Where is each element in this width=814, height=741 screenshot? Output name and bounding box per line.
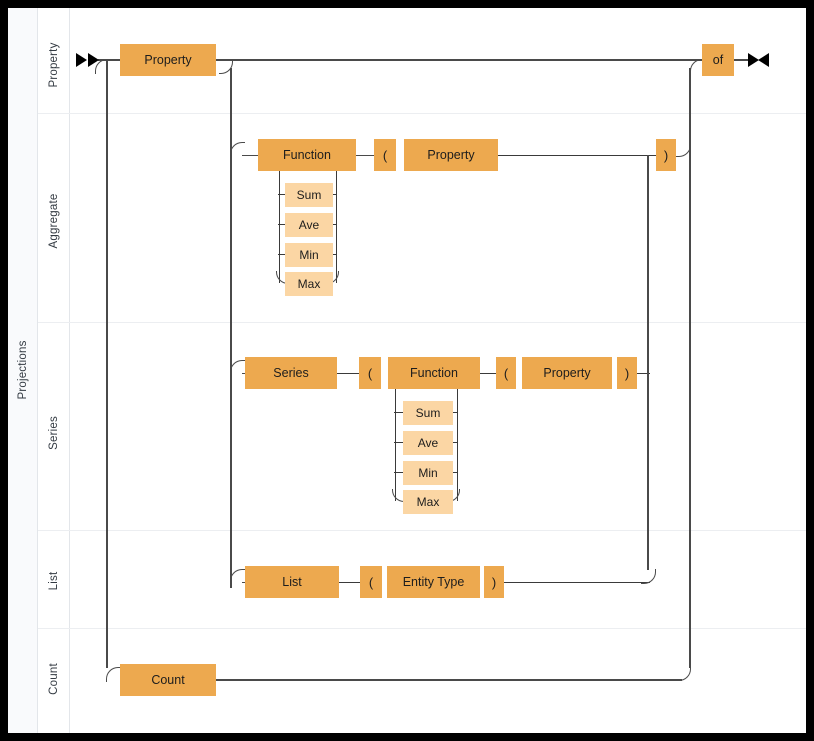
connector	[504, 582, 650, 584]
connector	[339, 582, 360, 584]
connector-trunk-right	[689, 68, 691, 668]
connector	[242, 154, 258, 157]
diagram-canvas: Projections Property Aggregate Series Li…	[8, 8, 806, 733]
connector	[356, 154, 374, 157]
node-series-inner-open-paren[interactable]: (	[496, 357, 516, 389]
node-count[interactable]: Count	[120, 664, 216, 696]
start-marker-icon	[88, 53, 99, 67]
start-marker-icon	[76, 53, 87, 67]
node-series-option-ave[interactable]: Ave	[403, 431, 453, 455]
lane-label-count: Count	[47, 663, 60, 695]
node-aggregate-option-ave[interactable]: Ave	[285, 213, 333, 237]
connector-option-rail	[278, 171, 280, 283]
lane-label-property: Property	[47, 42, 60, 88]
connector	[453, 442, 458, 444]
lane-label-series: Series	[47, 416, 60, 450]
node-list[interactable]: List	[245, 566, 339, 598]
node-aggregate-function[interactable]: Function	[258, 139, 356, 171]
connector-return-trunk	[647, 155, 649, 570]
node-aggregate-option-sum[interactable]: Sum	[285, 183, 333, 207]
node-aggregate-option-min[interactable]: Min	[285, 243, 333, 267]
lane-label-list: List	[47, 571, 60, 591]
node-aggregate-option-max[interactable]: Max	[285, 272, 333, 296]
node-list-open-paren[interactable]: (	[360, 566, 382, 598]
connector	[216, 59, 702, 61]
connector	[498, 155, 656, 157]
connector-option-rail	[335, 171, 337, 283]
lane-label-aggregate: Aggregate	[47, 193, 60, 249]
connector	[333, 194, 337, 196]
connector	[333, 224, 337, 226]
node-list-entity-type[interactable]: Entity Type	[387, 566, 480, 598]
node-aggregate-close-paren[interactable]: )	[656, 139, 676, 171]
lane-label-column: Property Aggregate Series List Count	[38, 8, 70, 733]
node-series[interactable]: Series	[245, 357, 337, 389]
connector	[337, 373, 359, 375]
connector-option-rail	[394, 389, 396, 501]
connector	[216, 679, 682, 681]
node-aggregate-property[interactable]: Property	[404, 139, 498, 171]
node-series-property[interactable]: Property	[522, 357, 612, 389]
group-label-column: Projections	[8, 8, 38, 733]
node-series-function[interactable]: Function	[388, 357, 480, 389]
node-of[interactable]: of	[702, 44, 734, 76]
node-property[interactable]: Property	[120, 44, 216, 76]
node-series-option-sum[interactable]: Sum	[403, 401, 453, 425]
node-series-option-min[interactable]: Min	[403, 461, 453, 485]
connector-option-rail	[456, 389, 458, 501]
node-series-open-paren[interactable]: (	[359, 357, 381, 389]
connector	[453, 472, 458, 474]
connector	[333, 254, 337, 256]
node-series-option-max[interactable]: Max	[403, 490, 453, 514]
node-list-close-paren[interactable]: )	[484, 566, 504, 598]
end-marker-icon	[758, 53, 769, 67]
diagram-page: Projections Property Aggregate Series Li…	[0, 0, 814, 741]
group-label-projections: Projections	[16, 340, 29, 400]
connector-trunk-left	[106, 60, 108, 668]
node-aggregate-open-paren[interactable]: (	[374, 139, 396, 171]
connector	[480, 373, 496, 375]
node-series-close-paren[interactable]: )	[617, 357, 637, 389]
connector	[453, 412, 458, 414]
